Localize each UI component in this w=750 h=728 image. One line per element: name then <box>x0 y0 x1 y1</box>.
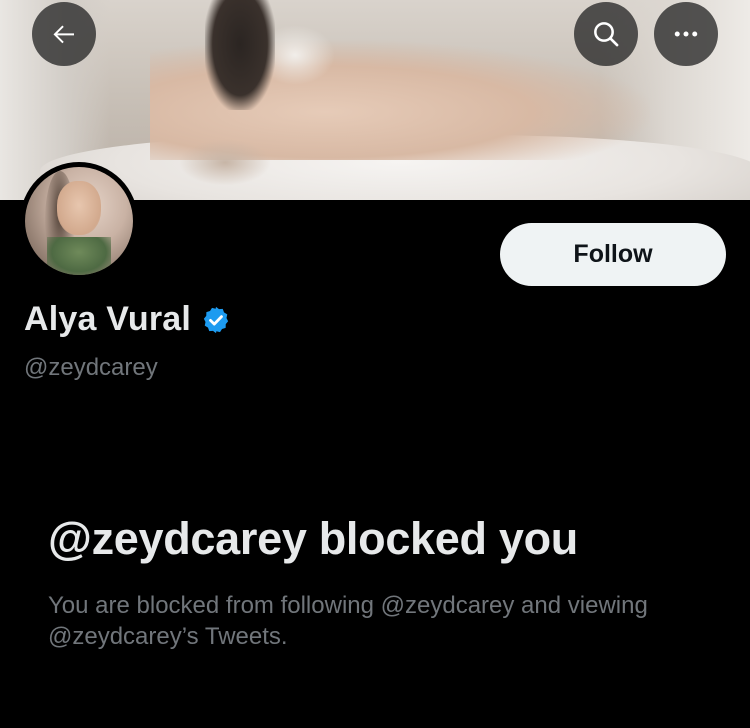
verified-badge-icon <box>203 306 229 333</box>
blocked-description: You are blocked from following @zeydcare… <box>48 592 648 650</box>
avatar[interactable] <box>20 162 138 280</box>
avatar-face <box>57 181 101 235</box>
avatar-clothing <box>47 237 111 275</box>
arrow-left-icon <box>53 25 74 44</box>
more-horizontal-icon <box>674 31 698 37</box>
more-button[interactable] <box>654 2 718 66</box>
back-button[interactable] <box>32 2 96 66</box>
banner-plush <box>180 140 270 185</box>
username-handle: @zeydcarey <box>24 354 158 381</box>
banner-hair <box>205 0 275 110</box>
display-name-row: Alya Vural <box>24 300 231 339</box>
follow-button[interactable]: Follow <box>500 223 726 286</box>
display-name: Alya Vural <box>24 300 192 338</box>
blocked-title: @zeydcarey blocked you <box>48 513 578 564</box>
avatar-image <box>25 167 133 275</box>
search-button[interactable] <box>574 2 638 66</box>
search-icon <box>594 22 619 47</box>
